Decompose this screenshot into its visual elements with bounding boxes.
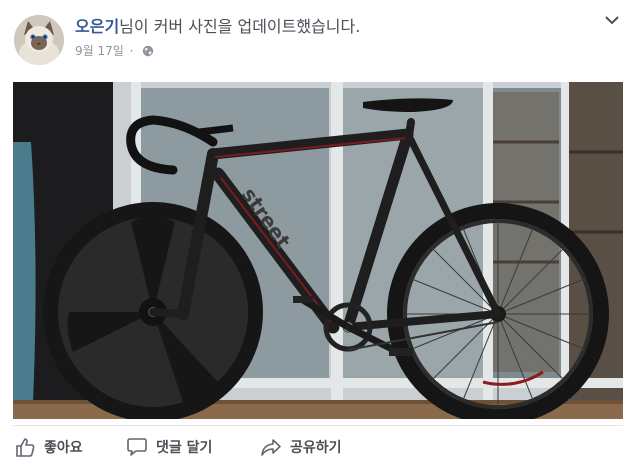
post-meta: 9월 17일 · (75, 43, 154, 59)
feed-post: 오은기님이 커버 사진을 업데이트했습니다. 9월 17일 · street 좋… (0, 0, 636, 475)
post-photo[interactable]: street (13, 82, 623, 419)
share-button[interactable]: 공유하기 (260, 427, 342, 467)
post-header: 오은기님이 커버 사진을 업데이트했습니다. 9월 17일 · (0, 0, 636, 78)
share-label: 공유하기 (290, 440, 342, 456)
comment-button[interactable]: 댓글 달기 (126, 427, 212, 467)
comment-icon (127, 438, 147, 456)
globe-icon[interactable] (142, 45, 154, 57)
bicycle-photo: street (13, 82, 623, 419)
meta-separator: · (129, 44, 134, 58)
post-date[interactable]: 9월 17일 (75, 44, 124, 58)
action-divider (13, 425, 623, 426)
avatar[interactable] (14, 15, 64, 65)
thumbs-up-icon (16, 438, 35, 457)
chevron-down-icon[interactable] (604, 14, 620, 26)
like-label: 좋아요 (44, 440, 83, 456)
post-actions: 좋아요 댓글 달기 공유하기 (0, 427, 636, 467)
author-line: 오은기님이 커버 사진을 업데이트했습니다. (75, 16, 360, 38)
share-arrow-icon (261, 439, 281, 456)
like-button[interactable]: 좋아요 (14, 427, 83, 467)
comment-label: 댓글 달기 (156, 440, 213, 456)
cat-avatar-image (14, 15, 64, 65)
author-name[interactable]: 오은기 (75, 17, 119, 36)
post-action-text: 님이 커버 사진을 업데이트했습니다. (119, 17, 361, 36)
